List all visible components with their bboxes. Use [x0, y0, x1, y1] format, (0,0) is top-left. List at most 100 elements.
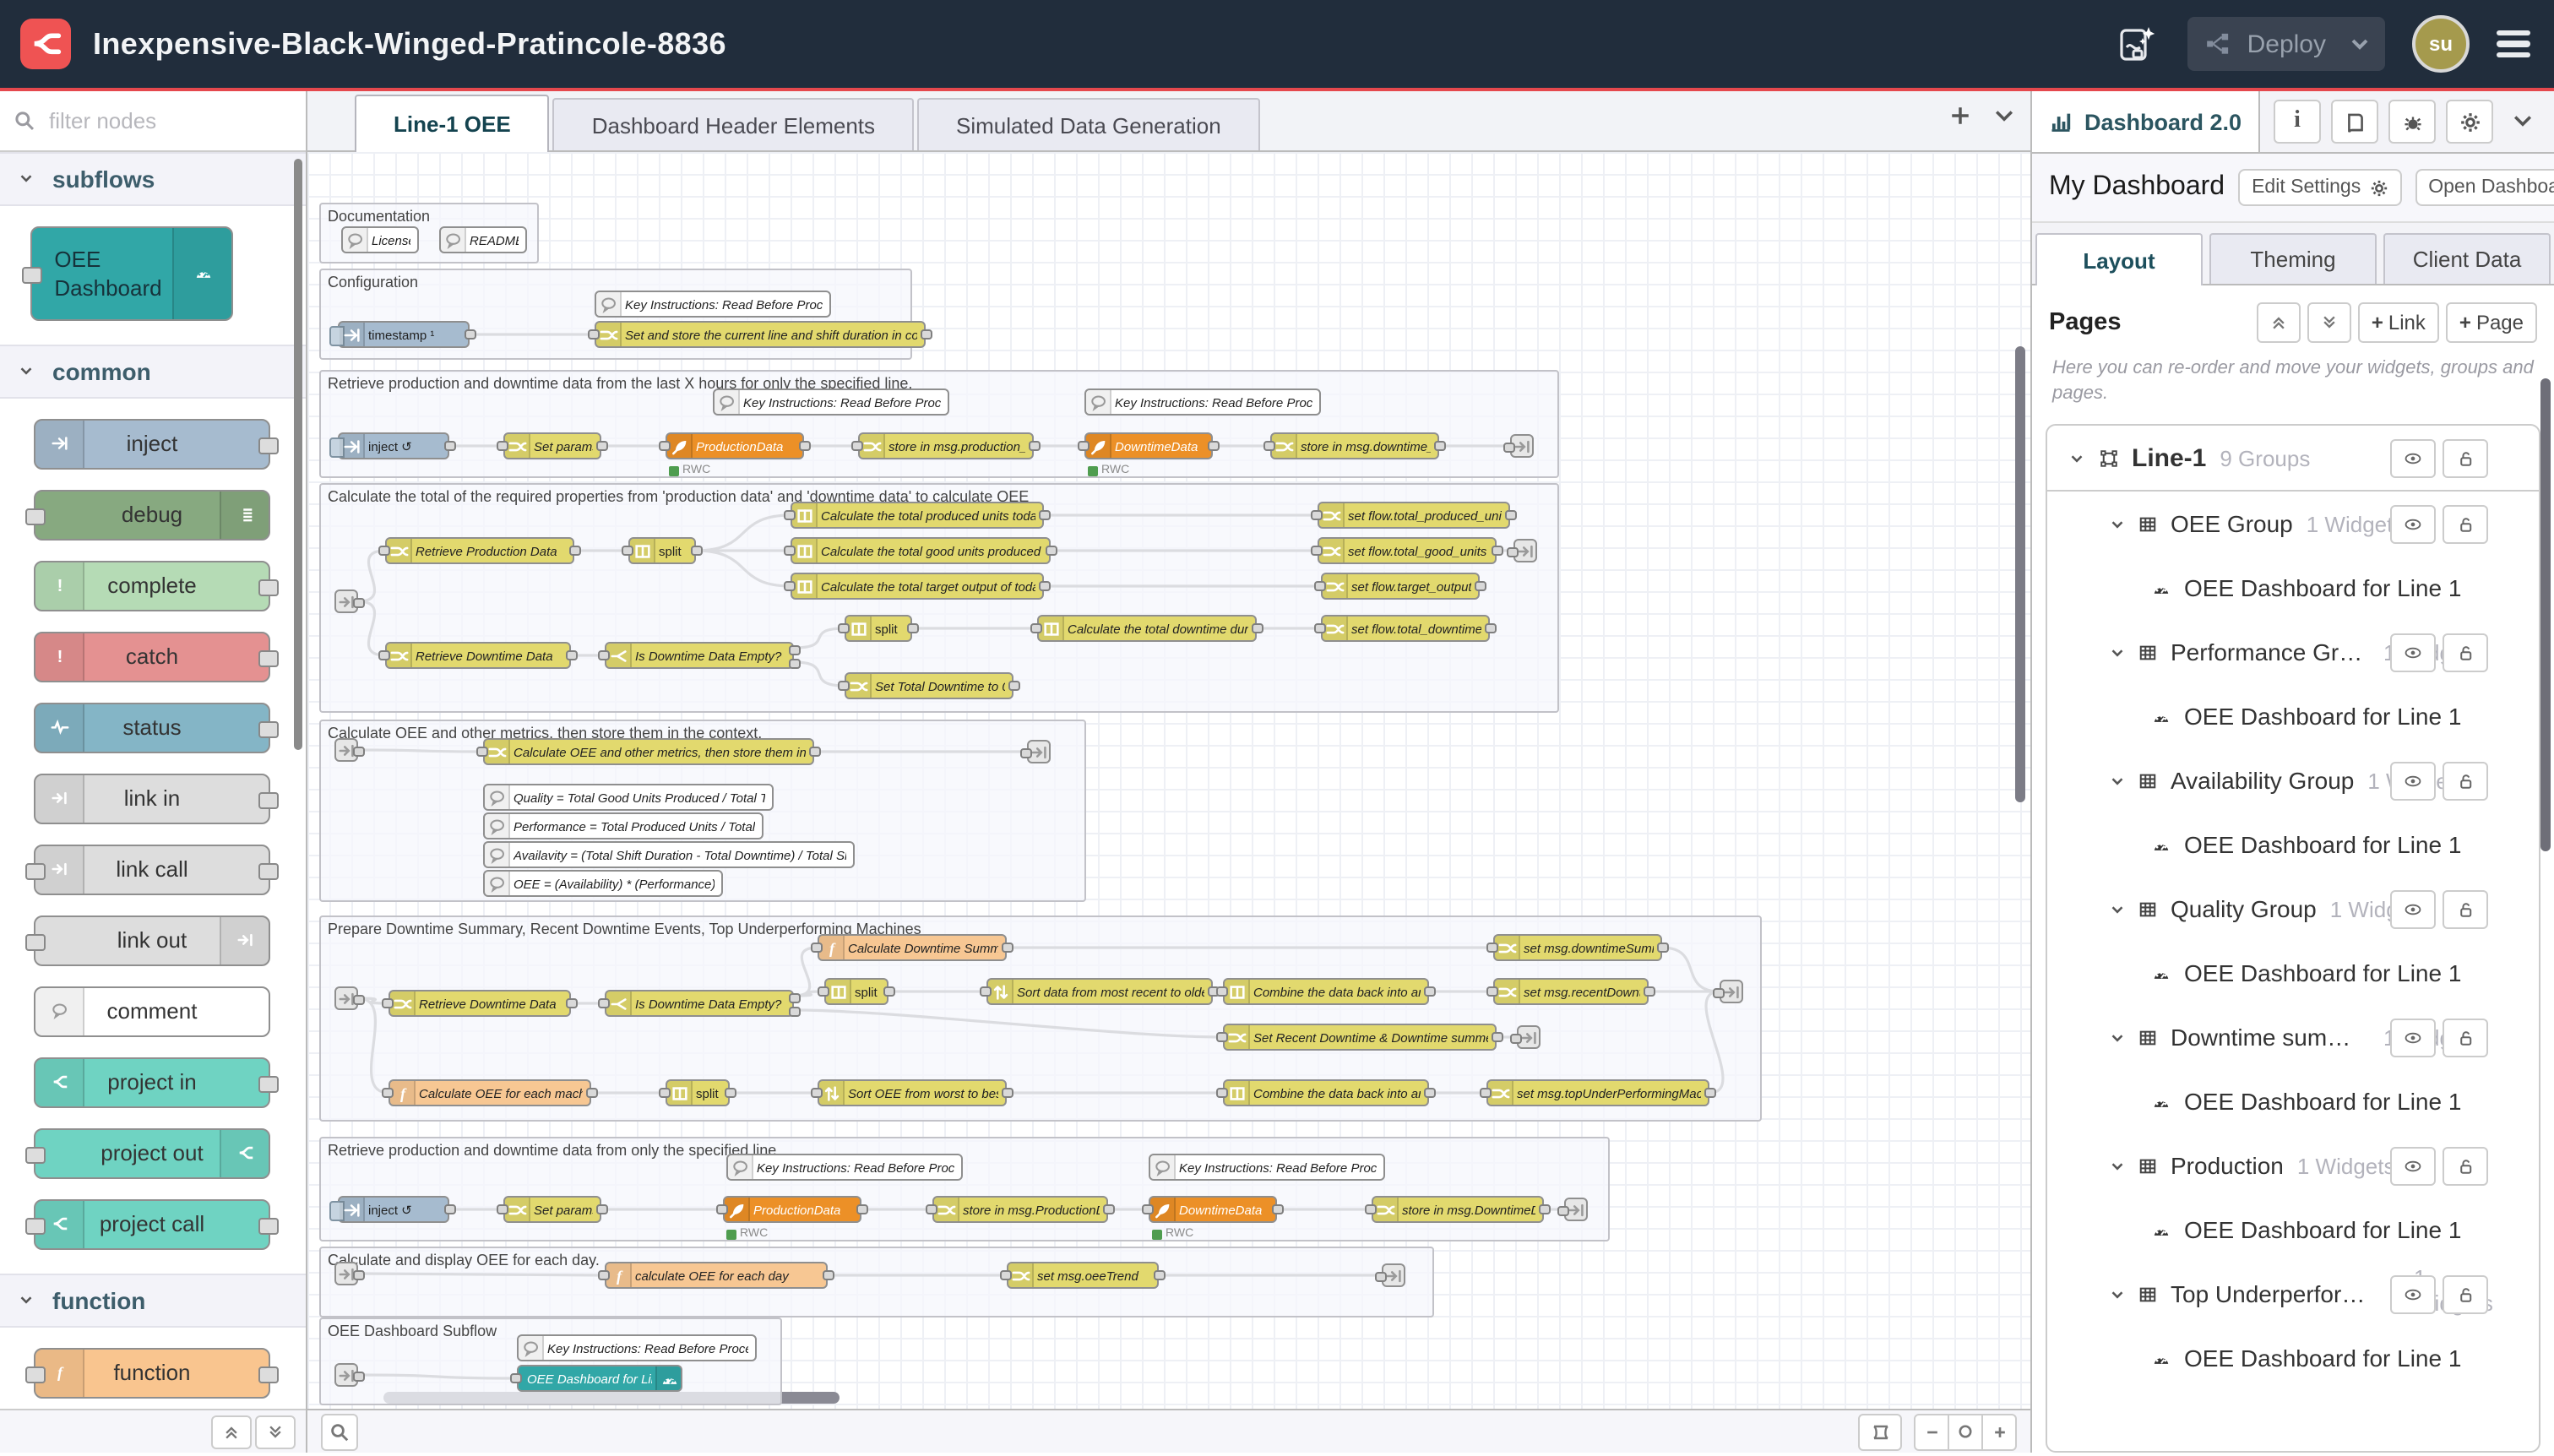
palette-node-link-call[interactable]: link call — [34, 844, 270, 894]
tree-widget-row[interactable]: OEE Dashboard for Line 1 — [2047, 812, 2539, 877]
link-in-node[interactable] — [334, 738, 358, 762]
expand-all-button[interactable] — [2307, 302, 2351, 343]
visibility-toggle-button[interactable] — [2390, 889, 2436, 928]
deploy-button[interactable]: Deploy — [2188, 17, 2385, 71]
change-node[interactable]: set flow.target_output — [1321, 573, 1480, 600]
debug-tab-button[interactable] — [2388, 100, 2436, 144]
palette-node-catch[interactable]: !catch — [34, 631, 270, 682]
link-in-node[interactable] — [334, 1262, 358, 1285]
visibility-toggle-button[interactable] — [2390, 438, 2436, 477]
split-node[interactable]: split — [628, 537, 696, 564]
comment-node[interactable]: Key Instructions: Read Before Proceeding — [517, 1334, 757, 1361]
change-node[interactable]: store in msg.production_data — [858, 432, 1034, 459]
change-node[interactable]: store in msg.DowntimeData — [1372, 1196, 1544, 1223]
comment-node[interactable]: Key Instructions: Read Before Proceeding — [1084, 388, 1321, 416]
palette-section-subflows[interactable]: subflows — [0, 151, 306, 205]
comment-node[interactable]: Quality = Total Good Units Produced / To… — [483, 784, 774, 811]
switch-node[interactable]: Is Downtime Data Empty? — [605, 642, 794, 669]
split-node[interactable]: split — [845, 615, 912, 642]
lock-toggle-button[interactable] — [2443, 761, 2488, 800]
tree-group-row[interactable]: Downtime summery 1 Widgets — [2047, 1005, 2539, 1069]
add-page-button[interactable]: +Page — [2446, 302, 2537, 343]
change-node[interactable]: Set params — [503, 1196, 601, 1223]
change-node[interactable]: Set and store the current line and shift… — [595, 321, 926, 348]
palette-node-inject[interactable]: inject — [34, 418, 270, 469]
calc-node[interactable]: Calculate the total produced units today — [791, 502, 1044, 529]
edit-settings-button[interactable]: Edit Settings — [2238, 169, 2401, 206]
link-in-node[interactable] — [334, 1363, 358, 1387]
change-node[interactable]: set flow.total_produced_units — [1318, 502, 1510, 529]
deploy-caret-icon[interactable] — [2351, 38, 2368, 50]
flow-canvas[interactable]: DocumentationConfigurationRetrieve produ… — [307, 152, 2030, 1409]
canvas-search-button[interactable] — [321, 1413, 358, 1450]
tree-page-row[interactable]: Line-1 9 Groups — [2047, 426, 2539, 492]
change-node[interactable]: store in msg.ProductionData — [932, 1196, 1108, 1223]
data-node[interactable]: ProductionData — [723, 1196, 861, 1223]
tree-group-row[interactable]: Performance Group 1 Widgets — [2047, 620, 2539, 684]
subtab-layout[interactable]: Layout — [2035, 233, 2203, 285]
link-in-node[interactable] — [334, 589, 358, 613]
change-node[interactable]: set flow.total_downtime — [1321, 615, 1490, 642]
subflow-node[interactable]: OEE Dashboard for Line 1 — [517, 1365, 682, 1392]
change-node[interactable]: Set Recent Downtime & Downtime summery t… — [1223, 1024, 1497, 1051]
link-out-node[interactable] — [1510, 434, 1534, 458]
ai-assistant-icon[interactable] — [2114, 20, 2161, 68]
tab-list-caret-icon[interactable] — [1995, 109, 2013, 122]
visibility-toggle-button[interactable] — [2390, 504, 2436, 543]
chevron-down-icon[interactable] — [2108, 771, 2127, 790]
calc-node[interactable]: Calculate the total downtime duration — [1037, 615, 1257, 642]
lock-toggle-button[interactable] — [2443, 889, 2488, 928]
comment-node[interactable]: README — [439, 226, 527, 253]
comment-node[interactable]: Key Instructions: Read Before Proceeding — [1149, 1154, 1385, 1181]
inject-node[interactable]: timestamp ¹ — [338, 321, 470, 348]
split-node[interactable]: split — [666, 1079, 730, 1106]
link-out-node[interactable] — [1564, 1198, 1588, 1221]
palette-expand-all-button[interactable] — [255, 1415, 296, 1448]
flow-tab-Dashboard-Header-Elements[interactable]: Dashboard Header Elements — [553, 98, 914, 150]
link-out-node[interactable] — [1517, 1025, 1541, 1049]
tree-widget-row[interactable]: OEE Dashboard for Line 1 — [2047, 941, 2539, 1005]
palette-node-list[interactable]: subflowsOEEDashboardcommoninjectdebug!co… — [0, 151, 306, 1409]
chevron-down-icon[interactable] — [2108, 643, 2127, 661]
link-out-node[interactable] — [1513, 539, 1537, 562]
link-in-node[interactable] — [334, 986, 358, 1010]
data-node[interactable]: DowntimeData — [1149, 1196, 1277, 1223]
palette-scrollbar[interactable] — [294, 159, 302, 750]
data-node[interactable]: DowntimeData — [1084, 432, 1213, 459]
layout-tree[interactable]: Line-1 9 Groups OEE Group 1 Widgets OEE … — [2046, 424, 2540, 1453]
tree-widget-row[interactable]: OEE Dashboard for Line 1 — [2047, 1198, 2539, 1262]
split-node[interactable]: split — [824, 978, 888, 1005]
visibility-toggle-button[interactable] — [2390, 633, 2436, 671]
info-tab-button[interactable]: i — [2274, 100, 2321, 144]
link-out-node[interactable] — [1720, 980, 1743, 1003]
palette-node-link-out[interactable]: link out — [34, 915, 270, 965]
lock-toggle-button[interactable] — [2443, 504, 2488, 543]
comment-node[interactable]: OEE = (Availability) * (Performance) * (… — [483, 870, 723, 897]
lock-toggle-button[interactable] — [2443, 438, 2488, 477]
flow-group[interactable]: Retrieve production and downtime data fr… — [319, 1137, 1610, 1241]
lock-toggle-button[interactable] — [2443, 1274, 2488, 1313]
zoom-reset-button[interactable] — [1948, 1413, 1983, 1450]
tab-dashboard-2-0[interactable]: Dashboard 2.0 — [2032, 91, 2260, 152]
tree-group-row[interactable]: Production 1 Widgets — [2047, 1133, 2539, 1198]
comment-node[interactable]: Performance = Total Produced Units / Tot… — [483, 812, 763, 839]
tree-widget-row[interactable]: OEE Dashboard for Line 1 — [2047, 1069, 2539, 1133]
tree-group-row[interactable]: OEE Group 1 Widgets — [2047, 492, 2539, 556]
palette-node-status[interactable]: status — [34, 702, 270, 752]
change-node[interactable]: Retrieve Downtime Data — [389, 990, 571, 1017]
comment-node[interactable]: License — [341, 226, 419, 253]
comment-node[interactable]: Availavity = (Total Shift Duration - Tot… — [483, 841, 855, 868]
comment-node[interactable]: Key Instructions: Read Before Proceeding — [595, 291, 831, 318]
visibility-toggle-button[interactable] — [2390, 761, 2436, 800]
palette-node-function[interactable]: ffunction — [34, 1347, 270, 1398]
chevron-down-icon[interactable] — [2108, 1285, 2127, 1303]
collapse-all-button[interactable] — [2257, 302, 2301, 343]
tree-widget-row[interactable]: OEE Dashboard for Line 1 — [2047, 684, 2539, 748]
join-node[interactable]: Combine the data back into an array. — [1223, 1079, 1429, 1106]
function-node[interactable]: fCalculate OEE for each machine — [389, 1079, 591, 1106]
palette-collapse-all-button[interactable] — [211, 1415, 252, 1448]
tree-group-row[interactable]: Quality Group 1 Widgets — [2047, 877, 2539, 941]
flow-tab-Simulated-Data-Generation[interactable]: Simulated Data Generation — [917, 98, 1260, 150]
change-node[interactable]: Retrieve Production Data — [385, 537, 574, 564]
change-node[interactable]: Calculate OEE and other metrics, then st… — [483, 738, 814, 765]
